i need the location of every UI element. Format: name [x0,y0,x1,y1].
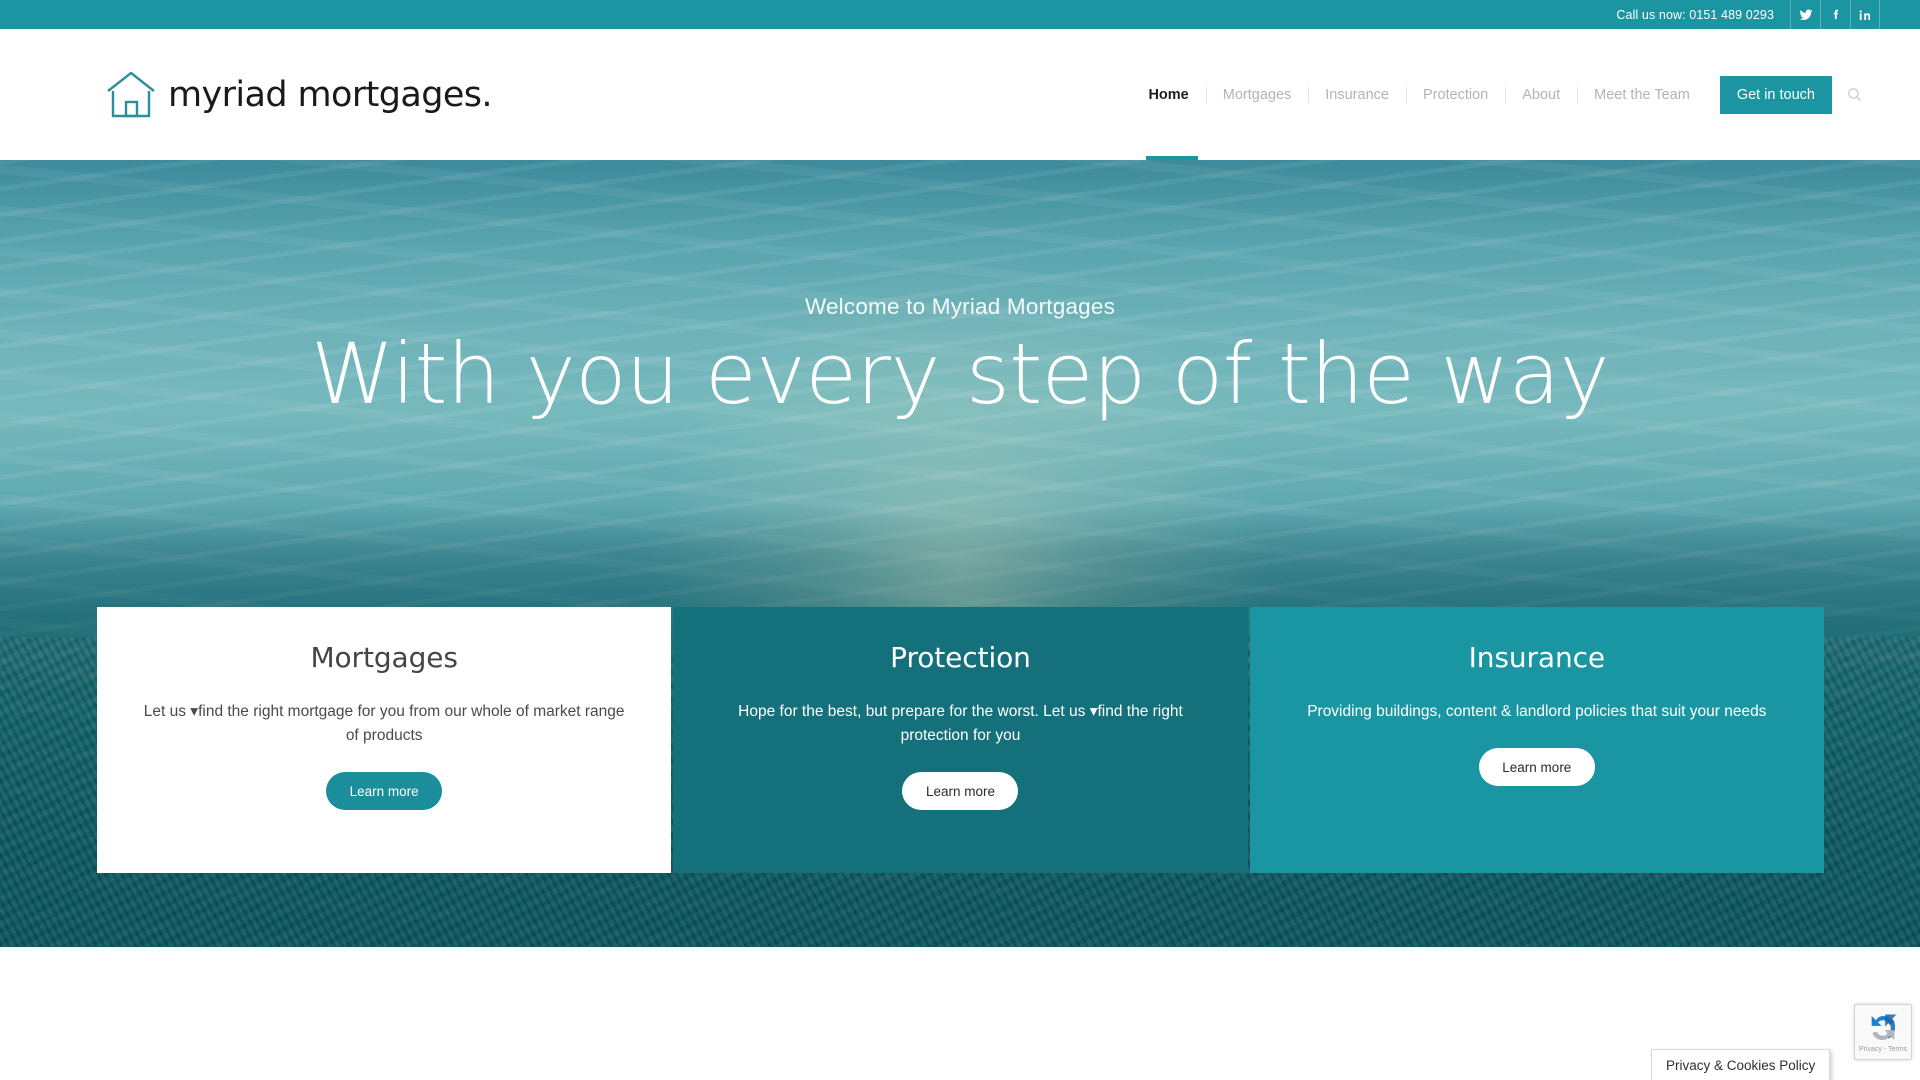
learn-more-button-mortgages[interactable]: Learn more [326,772,443,811]
site-logo[interactable]: myriad mortgages. [104,69,493,121]
learn-more-button-protection[interactable]: Learn more [902,772,1019,811]
card-text: Hope for the best, but prepare for the w… [738,703,1183,745]
logo-text: myriad mortgages. [168,74,493,115]
get-in-touch-button[interactable]: Get in touch [1719,75,1832,114]
lower-white-section [0,947,1920,1080]
cookie-policy-tooltip[interactable]: Privacy & Cookies Policy [1651,1049,1831,1080]
top-bar: Call us now: 0151 489 0293 [0,0,1920,29]
card-insurance[interactable]: Insurance Providing buildings, content &… [1249,607,1824,873]
feature-cards: Mortgages Let us ▾find the right mortgag… [97,607,1824,873]
social-links [1790,0,1880,29]
phone-label: Call us now: 0151 489 0293 [1616,7,1774,22]
recaptcha-label: Privacy - Terms [1858,1046,1908,1053]
card-title: Mortgages [310,641,458,674]
nav-item-protection[interactable]: Protection [1406,29,1505,160]
site-header: myriad mortgages. Home Mortgages Insuran… [0,29,1920,160]
card-text: Let us ▾find the right mortgage for you … [143,703,625,745]
hero-content: Welcome to Myriad Mortgages With you eve… [0,294,1920,419]
nav-item-meet-the-team[interactable]: Meet the Team [1577,29,1707,160]
hero-eyebrow: Welcome to Myriad Mortgages [804,294,1116,319]
card-protection[interactable]: Protection Hope for the best, but prepar… [673,607,1248,873]
card-mortgages[interactable]: Mortgages Let us ▾find the right mortgag… [97,607,672,873]
page-root: Call us now: 0151 489 0293 myriad mortga… [0,0,1920,1080]
main-nav: Home Mortgages Insurance Protection Abou… [1138,29,1876,160]
house-outline-icon [104,69,158,121]
card-text: Providing buildings, content & landlord … [1307,703,1767,720]
search-icon[interactable] [1832,29,1876,160]
recaptcha-logo-icon [1866,1011,1900,1045]
nav-item-about[interactable]: About [1505,29,1577,160]
recaptcha-badge[interactable]: Privacy - Terms [1854,1004,1912,1060]
nav-item-insurance[interactable]: Insurance [1308,29,1406,160]
nav-item-mortgages[interactable]: Mortgages [1206,29,1309,160]
facebook-icon[interactable] [1820,0,1850,29]
hero-title: With you every step of the way [311,325,1610,423]
nav-item-home[interactable]: Home [1138,29,1205,160]
learn-more-button-insurance[interactable]: Learn more [1478,748,1595,787]
twitter-icon[interactable] [1790,0,1820,29]
card-title: Insurance [1468,641,1606,674]
card-title: Protection [890,641,1031,674]
linkedin-icon[interactable] [1850,0,1880,29]
